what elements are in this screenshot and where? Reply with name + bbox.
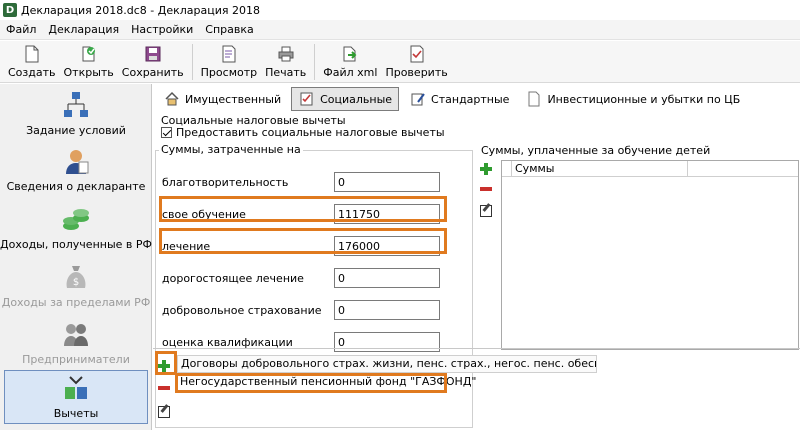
children-tools — [479, 160, 497, 240]
sidebar-item-label: Доходы за пределами РФ — [1, 296, 151, 309]
tab-property[interactable]: Имущественный — [157, 87, 287, 111]
toolbar: Создать Открыть Сохранить Просмотр Печат… — [0, 41, 800, 83]
handshake-icon — [59, 318, 93, 351]
sidebar-item-declarant[interactable]: Сведения о декларанте — [4, 144, 148, 198]
preview-icon — [219, 44, 239, 64]
sidebar-item-label: Задание условий — [26, 124, 126, 137]
edit-icon[interactable] — [479, 202, 493, 217]
file-xml-label: Файл xml — [323, 66, 378, 79]
highlight-treatment — [159, 228, 447, 254]
preview-button[interactable]: Просмотр — [197, 41, 261, 81]
app-logo-icon: D — [3, 3, 17, 17]
highlight-own-education — [159, 196, 447, 222]
menu-settings[interactable]: Настройки — [125, 23, 199, 36]
sidebar-item-deductions[interactable]: Вычеты — [4, 370, 148, 424]
window-title: Декларация 2018.dc8 - Декларация 2018 — [21, 3, 260, 17]
sidebar-item-income-rf[interactable]: Доходы, полученные в РФ — [0, 202, 152, 256]
row-charity: благотворительность — [162, 171, 462, 193]
title-bar: D Декларация 2018.dc8 - Декларация 2018 — [0, 0, 800, 20]
checklist-icon — [298, 90, 316, 108]
voluntary-insurance-label: добровольное страхование — [162, 303, 322, 317]
menu-help[interactable]: Справка — [199, 23, 259, 36]
voluntary-insurance-input[interactable] — [334, 300, 440, 320]
sidebar: Задание условий Сведения о декларанте До… — [0, 84, 152, 430]
open-label: Открыть — [63, 66, 114, 79]
provide-social-label: Предоставить социальные налоговые вычеты — [176, 126, 445, 139]
document-icon — [525, 90, 543, 108]
print-label: Печать — [265, 66, 307, 79]
row-indicator-column — [502, 161, 512, 176]
tab-investment[interactable]: Инвестиционные и убытки по ЦБ — [519, 87, 746, 111]
highlight-contract-row — [175, 373, 447, 393]
check-label: Проверить — [385, 66, 448, 79]
sidebar-item-entrepreneurs[interactable]: Предприниматели — [4, 318, 148, 366]
hierarchy-icon — [59, 88, 93, 122]
edit-contract-icon[interactable] — [157, 403, 171, 418]
sidebar-item-label: Доходы, полученные в РФ — [0, 238, 152, 251]
sidebar-item-label: Предприниматели — [22, 353, 130, 366]
tab-social[interactable]: Социальные — [291, 87, 400, 111]
toolbar-separator — [191, 44, 193, 80]
create-button[interactable]: Создать — [4, 41, 60, 81]
sidebar-item-label: Вычеты — [53, 407, 99, 420]
deduction-tabs: Имущественный Социальные Стандартные Инв… — [153, 84, 800, 114]
charity-input[interactable] — [334, 172, 440, 192]
open-button[interactable]: Открыть — [60, 41, 118, 81]
svg-text:$: $ — [73, 277, 79, 288]
tab-label: Имущественный — [185, 92, 282, 106]
tab-standard[interactable]: Стандартные — [403, 87, 515, 111]
pencil-icon — [409, 90, 427, 108]
save-button[interactable]: Сохранить — [118, 41, 188, 81]
tab-label: Стандартные — [431, 92, 510, 106]
check-button[interactable]: Проверить — [381, 41, 451, 81]
toolbar-separator — [314, 44, 316, 80]
house-icon — [163, 90, 181, 108]
sidebar-item-conditions[interactable]: Задание условий — [4, 88, 148, 140]
children-grid[interactable]: Суммы — [501, 160, 799, 350]
create-label: Создать — [8, 66, 56, 79]
open-file-icon — [79, 44, 99, 64]
tab-label: Инвестиционные и убытки по ЦБ — [547, 92, 741, 106]
person-icon — [59, 144, 93, 178]
highlight-add-contract — [155, 351, 177, 375]
row-voluntary-insurance: добровольное страхование — [162, 299, 462, 321]
sidebar-item-income-abroad[interactable]: $ Доходы за пределами РФ — [1, 260, 151, 314]
file-xml-button[interactable]: Файл xml — [319, 41, 381, 81]
menu-declaration[interactable]: Декларация — [42, 23, 125, 36]
children-education-panel: Суммы, уплаченные за обучение детей Сумм… — [479, 144, 799, 350]
row-expensive-treatment: дорогостоящее лечение — [162, 267, 462, 289]
expensive-treatment-input[interactable] — [334, 268, 440, 288]
charity-label: благотворительность — [162, 175, 289, 189]
save-floppy-icon — [143, 44, 163, 64]
provide-social-checkbox-row[interactable]: Предоставить социальные налоговые вычеты — [161, 126, 445, 139]
main-panel: Имущественный Социальные Стандартные Инв… — [153, 84, 800, 430]
sums-group-title: Суммы, затраченные на — [159, 143, 303, 156]
coins-icon — [59, 202, 93, 236]
menu-bar: Файл Декларация Настройки Справка — [0, 20, 800, 40]
save-label: Сохранить — [121, 66, 184, 79]
new-document-icon — [22, 44, 42, 64]
provide-social-checkbox[interactable] — [161, 127, 172, 138]
remove-minus-icon[interactable] — [479, 182, 493, 196]
menu-file[interactable]: Файл — [0, 23, 42, 36]
deductions-icon — [59, 371, 93, 405]
check-document-icon — [407, 44, 427, 64]
qualification-label: оценка квалификации — [162, 335, 293, 349]
contracts-header[interactable]: Договоры добровольного страх. жизни, пен… — [177, 355, 597, 373]
printer-icon — [276, 44, 296, 64]
preview-label: Просмотр — [200, 66, 258, 79]
money-bag-icon: $ — [59, 260, 93, 294]
children-group-title: Суммы, уплаченные за обучение детей — [479, 144, 713, 157]
contracts-panel: Договоры добровольного страх. жизни, пен… — [153, 348, 800, 430]
add-plus-icon[interactable] — [479, 162, 493, 176]
print-button[interactable]: Печать — [261, 41, 310, 81]
sums-column-header[interactable]: Суммы — [512, 161, 688, 176]
sidebar-item-label: Сведения о декларанте — [6, 180, 146, 193]
export-xml-icon — [340, 44, 360, 64]
children-grid-header: Суммы — [502, 161, 798, 177]
tab-label: Социальные — [320, 92, 393, 106]
remove-contract-minus-icon[interactable] — [157, 381, 171, 395]
expensive-treatment-label: дорогостоящее лечение — [162, 271, 304, 285]
